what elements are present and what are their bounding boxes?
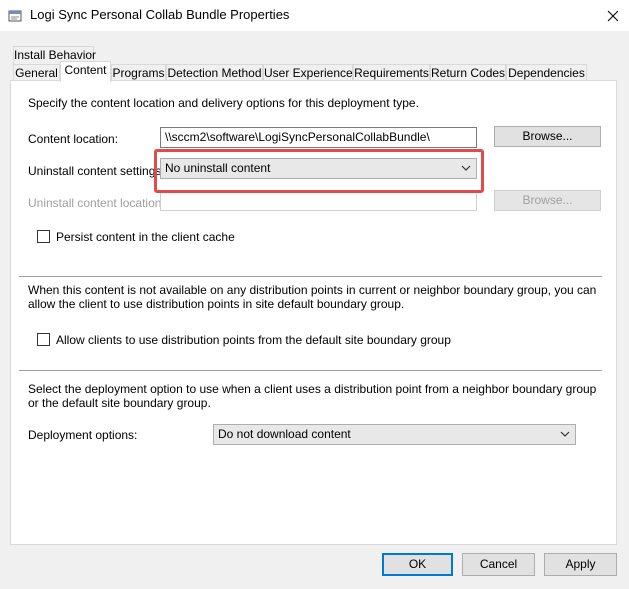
uninstall-settings-label: Uninstall content settings: [28,164,165,178]
ok-button[interactable]: OK [382,553,453,576]
allow-default-boundary-checkbox[interactable] [37,333,50,346]
persist-content-checkbox[interactable] [37,230,50,243]
title-bar: Logi Sync Personal Collab Bundle Propert… [0,0,629,31]
tab-content[interactable]: Content [60,61,111,82]
allow-default-boundary-label: Allow clients to use distribution points… [56,333,451,347]
highlight-box [154,149,484,193]
deployment-options-value: Do not download content [218,427,351,441]
chevron-down-icon [560,431,570,437]
content-location-field[interactable]: \\sccm2\software\LogiSyncPersonalCollabB… [160,127,477,148]
separator [19,370,602,372]
apply-button[interactable]: Apply [544,553,617,576]
content-location-label: Content location: [28,132,119,146]
deployment-options-label: Deployment options: [28,428,138,442]
deployment-options-dropdown[interactable]: Do not download content [213,424,576,445]
deployment-option-text: Select the deployment option to use when… [28,382,597,410]
window-title: Logi Sync Personal Collab Bundle Propert… [30,7,290,22]
persist-content-label: Persist content in the client cache [56,230,235,244]
close-button[interactable] [596,0,629,31]
uninstall-location-label: Uninstall content location: [28,196,165,210]
uninstall-location-field[interactable] [160,190,477,211]
browse-button[interactable]: Browse... [494,126,601,147]
distribution-points-text: When this content is not available on an… [28,283,597,311]
cancel-button[interactable]: Cancel [462,553,535,576]
uninstall-browse-button[interactable]: Browse... [494,190,601,211]
content-intro-text: Specify the content location and deliver… [28,96,419,110]
properties-window-icon [8,10,22,22]
separator [19,276,602,278]
close-icon [607,10,618,21]
